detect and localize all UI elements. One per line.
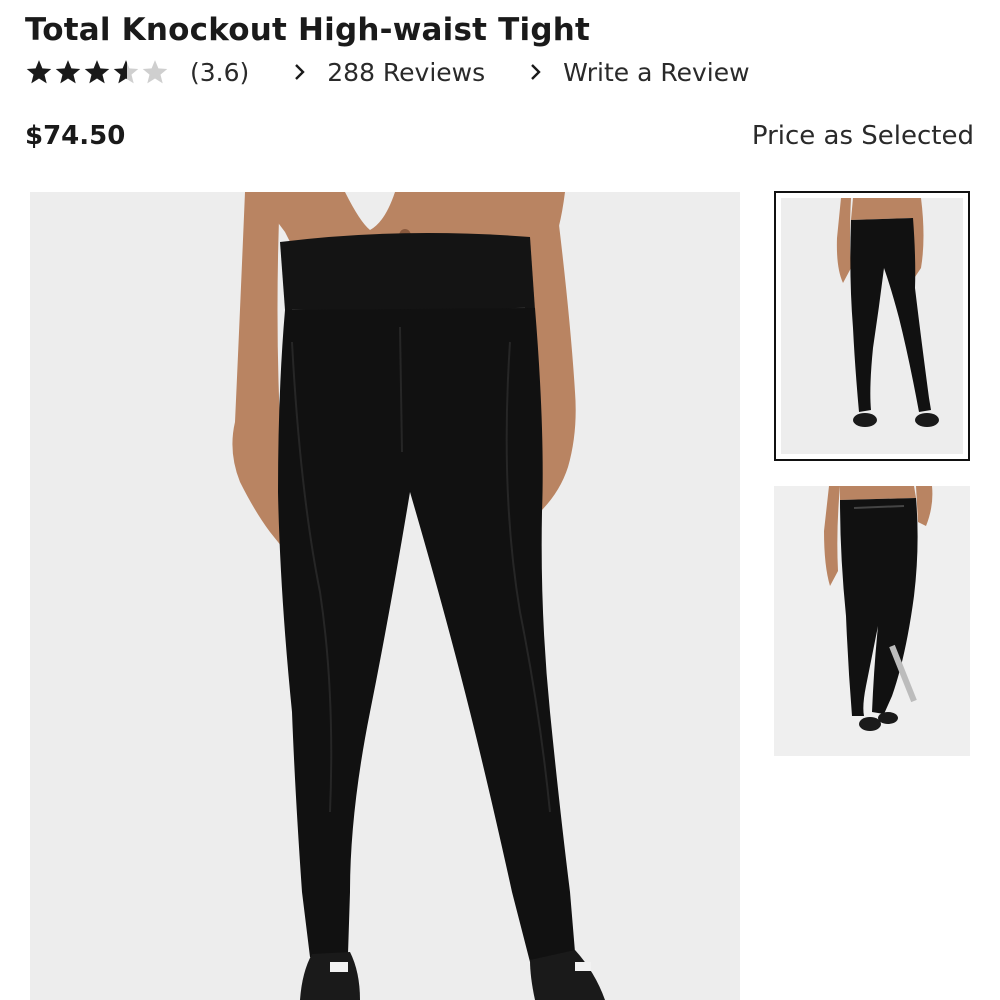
leggings-front-thumbnail — [781, 198, 963, 454]
star-rating[interactable] — [25, 58, 170, 86]
price-note: Price as Selected — [751, 121, 974, 151]
main-product-image[interactable] — [30, 192, 740, 1000]
thumbnail-back[interactable] — [774, 486, 970, 756]
empty-star-icon — [142, 60, 168, 84]
reviews-link[interactable]: 288 Reviews — [293, 58, 485, 87]
thumbnail-front-selected[interactable] — [774, 191, 970, 461]
rating-row: (3.6) 288 Reviews Write a Review — [25, 54, 750, 90]
write-review-link[interactable]: Write a Review — [529, 57, 750, 87]
star-icon — [26, 60, 52, 84]
reviews-link-label: 288 Reviews — [327, 57, 486, 87]
leggings-front-illustration — [30, 192, 740, 1000]
rating-value: (3.6) — [190, 57, 250, 87]
half-star-icon — [113, 60, 139, 84]
write-review-label: Write a Review — [563, 57, 750, 87]
chevron-right-icon — [295, 64, 305, 80]
chevron-right-icon — [531, 64, 541, 80]
leggings-back-thumbnail — [774, 486, 970, 756]
star-icon — [84, 60, 110, 84]
product-price: $74.50 — [25, 121, 126, 151]
product-title: Total Knockout High-waist Tight — [25, 12, 591, 48]
star-icon — [55, 60, 81, 84]
